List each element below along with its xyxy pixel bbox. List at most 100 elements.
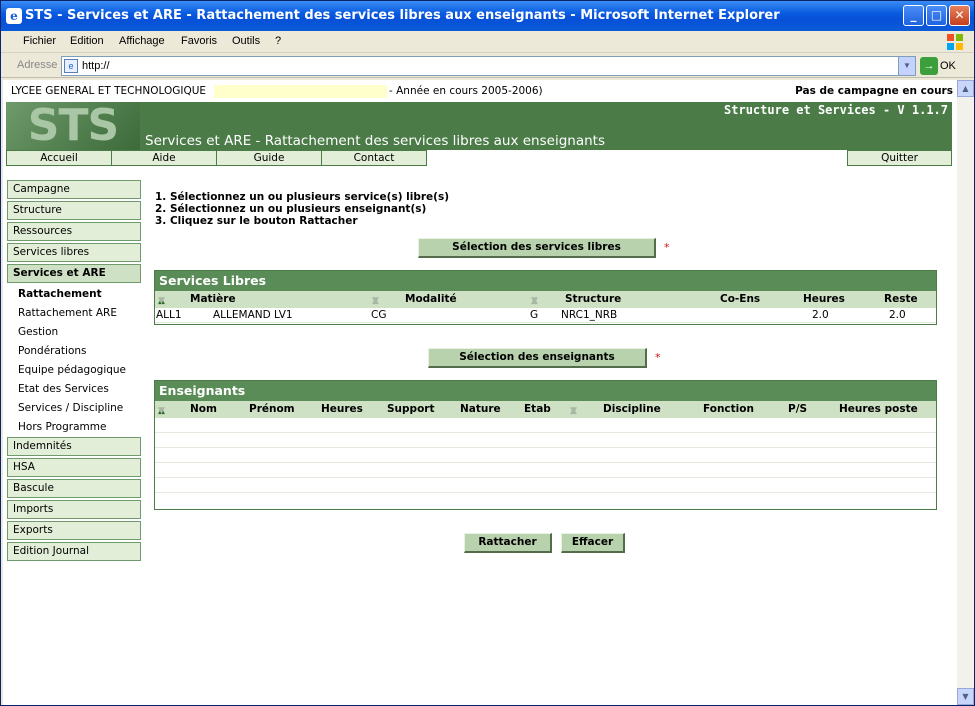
- col-heures-poste: Heures poste: [839, 403, 918, 415]
- scroll-up-icon[interactable]: ▲: [957, 80, 974, 97]
- sidebar-item-campagne[interactable]: Campagne: [7, 180, 141, 199]
- sidebar-sub-gestion[interactable]: Gestion: [18, 325, 58, 339]
- menu-help[interactable]: ?: [275, 35, 281, 47]
- sidebar-item-exports[interactable]: Exports: [7, 521, 141, 540]
- school-name-highlight: [214, 85, 387, 98]
- sidebar-item-services-are[interactable]: Services et ARE: [7, 264, 141, 283]
- instruction-step-1: 1. Sélectionnez un ou plusieurs service(…: [155, 191, 450, 203]
- instructions: 1. Sélectionnez un ou plusieurs service(…: [155, 191, 449, 227]
- sidebar-item-hsa[interactable]: HSA: [7, 458, 141, 477]
- menu-bar: Fichier Edition Affichage Favoris Outils…: [1, 31, 974, 53]
- menu-affichage[interactable]: Affichage: [119, 35, 165, 47]
- col-structure[interactable]: Structure: [565, 293, 621, 305]
- sidebar-item-services-libres[interactable]: Services libres: [7, 243, 141, 262]
- school-name: LYCEE GENERAL ET TECHNOLOGIQUE: [11, 85, 207, 97]
- col-support: Support: [387, 403, 435, 415]
- cell-code: ALL1: [156, 309, 182, 321]
- col-reste: Reste: [884, 293, 918, 305]
- clear-button[interactable]: Effacer: [561, 533, 625, 553]
- ie-logo-icon: e: [6, 8, 22, 24]
- col-prenom: Prénom: [249, 403, 295, 415]
- table-row[interactable]: ALL1 ALLEMAND LV1 CG G NRC1_NRB 2.0 2.0: [155, 308, 936, 323]
- col-discipline[interactable]: Discipline: [603, 403, 661, 415]
- campaign-status: Pas de campagne en cours: [795, 85, 953, 97]
- go-arrow-icon: →: [920, 57, 938, 75]
- col-fonction: Fonction: [703, 403, 754, 415]
- teachers-panel-title: Enseignants: [155, 381, 936, 401]
- select-teachers-button[interactable]: Sélection des enseignants: [428, 348, 647, 368]
- nav-aide[interactable]: Aide: [111, 150, 217, 166]
- table-row: [155, 448, 936, 463]
- cell-type: G: [530, 309, 539, 321]
- window-title: STS - Services et ARE - Rattachement des…: [25, 8, 780, 23]
- go-button[interactable]: → OK: [920, 57, 956, 75]
- sidebar-sub-rattachement-are[interactable]: Rattachement ARE: [18, 306, 117, 320]
- sidebar-item-bascule[interactable]: Bascule: [7, 479, 141, 498]
- teachers-table-header: ▲ ▼ Nom Prénom Heures Support Nature Etab…: [155, 401, 936, 418]
- col-modalite[interactable]: Modalité: [405, 293, 457, 305]
- table-row: [155, 478, 936, 493]
- col-etab: Etab: [524, 403, 551, 415]
- select-services-button[interactable]: Sélection des services libres: [418, 238, 656, 258]
- sidebar-sub-rattachement[interactable]: Rattachement: [18, 287, 102, 301]
- nav-guide[interactable]: Guide: [216, 150, 322, 166]
- required-marker: *: [655, 351, 661, 364]
- menu-favoris[interactable]: Favoris: [181, 35, 217, 47]
- sidebar-item-imports[interactable]: Imports: [7, 500, 141, 519]
- attach-button[interactable]: Rattacher: [464, 533, 552, 553]
- instruction-step-3: 3. Cliquez sur le bouton Rattacher: [155, 215, 358, 227]
- table-row: [155, 493, 936, 508]
- address-input[interactable]: e http:// ▼: [61, 56, 916, 76]
- services-panel: Services Libres ▲ ▼ Matière ▲ ▼ Modalité ▲…: [154, 270, 937, 325]
- close-button[interactable]: ✕: [949, 5, 970, 26]
- nav-accueil[interactable]: Accueil: [6, 150, 112, 166]
- app-version: Structure et Services - V 1.1.7: [724, 103, 948, 117]
- sidebar-sub-etat-services[interactable]: Etat des Services: [18, 382, 109, 396]
- sidebar-sub-ponderations[interactable]: Pondérations: [18, 344, 87, 358]
- sidebar-sub-hors-programme[interactable]: Hors Programme: [18, 420, 106, 434]
- table-row: [155, 463, 936, 478]
- app-banner: STS Structure et Services - V 1.1.7 Serv…: [6, 102, 952, 150]
- nav-quitter[interactable]: Quitter: [847, 150, 952, 166]
- nav-contact[interactable]: Contact: [321, 150, 427, 166]
- sidebar-item-edition-journal[interactable]: Edition Journal: [7, 542, 141, 561]
- cell-matiere: ALLEMAND LV1: [213, 309, 293, 321]
- maximize-button[interactable]: □: [926, 5, 947, 26]
- page-viewport: LYCEE GENERAL ET TECHNOLOGIQUE - Année e…: [3, 80, 957, 705]
- school-year: - Année en cours 2005-2006): [389, 85, 543, 97]
- menu-edition[interactable]: Edition: [70, 35, 104, 47]
- services-table-header: ▲ ▼ Matière ▲ ▼ Modalité ▲ ▼ Structure Co-E…: [155, 291, 936, 308]
- sidebar-sub-services-discipline[interactable]: Services / Discipline: [18, 401, 123, 415]
- services-panel-title: Services Libres: [155, 271, 936, 291]
- browser-window: e STS - Services et ARE - Rattachement d…: [0, 0, 975, 706]
- address-bar: Adresse e http:// ▼ → OK: [1, 54, 974, 78]
- top-nav: Accueil Aide Guide Contact Quitter: [6, 150, 952, 166]
- vertical-scrollbar[interactable]: ▲ ▼: [957, 80, 974, 705]
- col-nom[interactable]: Nom: [190, 403, 217, 415]
- col-coens: Co-Ens: [720, 293, 761, 305]
- table-row: [155, 433, 936, 448]
- sidebar-sub-equipe-pedagogique[interactable]: Equipe pédagogique: [18, 363, 126, 377]
- go-label: OK: [940, 60, 956, 72]
- sidebar-item-ressources[interactable]: Ressources: [7, 222, 141, 241]
- table-row: [155, 418, 936, 433]
- col-ps: P/S: [788, 403, 808, 415]
- cell-reste: 2.0: [889, 309, 906, 321]
- menu-fichier[interactable]: Fichier: [23, 35, 56, 47]
- col-nature: Nature: [460, 403, 501, 415]
- address-dropdown-icon[interactable]: ▼: [898, 57, 915, 75]
- sidebar-item-structure[interactable]: Structure: [7, 201, 141, 220]
- school-info-line: LYCEE GENERAL ET TECHNOLOGIQUE - Année e…: [3, 80, 957, 102]
- menu-outils[interactable]: Outils: [232, 35, 260, 47]
- minimize-button[interactable]: _: [903, 5, 924, 26]
- cell-heures: 2.0: [812, 309, 829, 321]
- sts-logo: STS: [6, 102, 140, 150]
- cell-modalite: CG: [371, 309, 387, 321]
- col-matiere[interactable]: Matière: [190, 293, 236, 305]
- windows-logo-icon: [947, 34, 963, 50]
- page-icon: e: [64, 59, 78, 73]
- sidebar-item-indemnites[interactable]: Indemnités: [7, 437, 141, 456]
- scroll-down-icon[interactable]: ▼: [957, 688, 974, 705]
- required-marker: *: [664, 241, 670, 254]
- cell-structure: NRC1_NRB: [561, 309, 618, 321]
